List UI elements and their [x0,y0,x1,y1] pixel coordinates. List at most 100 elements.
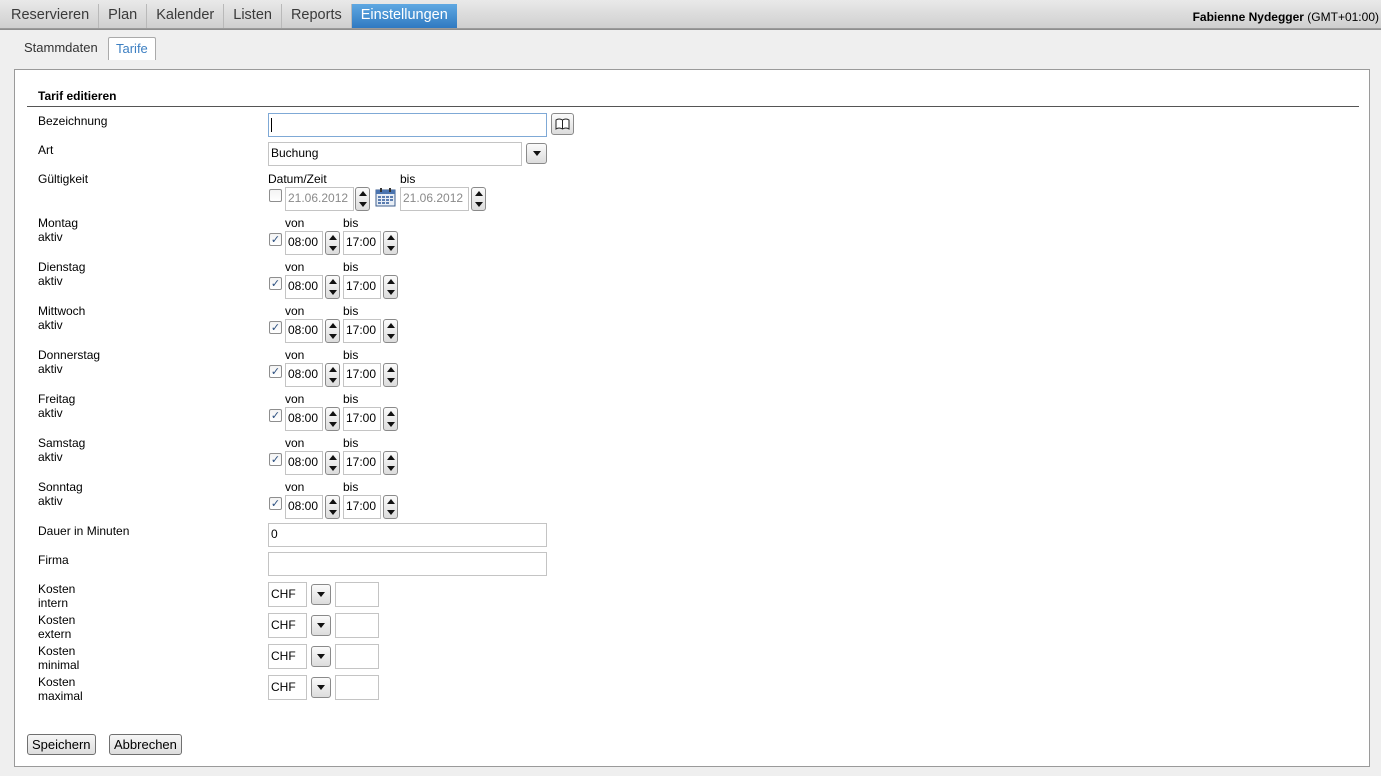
cancel-button[interactable]: Abbrechen [109,734,182,755]
title-divider [27,106,1359,107]
donnerstag-checkbox[interactable]: ✓ [269,365,282,378]
kosten-maximal-currency-dropdown[interactable] [311,677,331,698]
kosten-intern-label: Kosten intern [38,582,76,610]
arrow-down-icon [387,290,395,295]
save-button[interactable]: Speichern [27,734,96,755]
book-icon [555,118,570,130]
main-menu: Reservieren Plan Kalender Listen Reports… [2,4,457,28]
sonntag-bis-input[interactable]: 17:00 [343,495,381,519]
menu-plan[interactable]: Plan [99,4,148,28]
arrow-up-icon [387,411,395,416]
kosten-intern-currency[interactable]: CHF [268,582,307,607]
mittwoch-bis-input[interactable]: 17:00 [343,319,381,343]
bezeichnung-input[interactable] [268,113,547,137]
user-name: Fabienne Nydegger [1192,10,1304,24]
kosten-maximal-label: Kosten maximal [38,675,83,703]
kosten-minimal-currency[interactable]: CHF [268,644,307,669]
freitag-von-input[interactable]: 08:00 [285,407,323,431]
art-dropdown-button[interactable] [526,143,547,164]
bezeichnung-lookup-button[interactable] [551,113,574,135]
dienstag-label: Dienstag aktiv [38,260,86,288]
menu-listen[interactable]: Listen [224,4,282,28]
kosten-minimal-currency-dropdown[interactable] [311,646,331,667]
arrow-up-icon [387,455,395,460]
sonntag-von-input[interactable]: 08:00 [285,495,323,519]
kosten-extern-input[interactable] [335,613,379,638]
sonntag-von-spinner[interactable] [325,495,340,519]
montag-von-input[interactable]: 08:00 [285,231,323,255]
datum-zeit-header: Datum/Zeit [268,172,327,186]
user-info: Fabienne Nydegger (GMT+01:00) [1193,10,1379,24]
mittwoch-von-spinner[interactable] [325,319,340,343]
arrow-down-icon [387,334,395,339]
samstag-von-input[interactable]: 08:00 [285,451,323,475]
freitag-von-spinner[interactable] [325,407,340,431]
dienstag-von-spinner[interactable] [325,275,340,299]
donnerstag-von-spinner[interactable] [325,363,340,387]
dienstag-checkbox[interactable]: ✓ [269,277,282,290]
dienstag-bis-spinner[interactable] [383,275,398,299]
kosten-minimal-input[interactable] [335,644,379,669]
gueltigkeit-bis-header: bis [400,172,416,186]
samstag-bis-spinner[interactable] [383,451,398,475]
dienstag-von-input[interactable]: 08:00 [285,275,323,299]
donnerstag-von-input[interactable]: 08:00 [285,363,323,387]
gueltigkeit-from-spinner[interactable] [355,187,370,211]
arrow-up-icon [329,499,337,504]
arrow-up-icon [359,191,367,196]
mittwoch-von-input[interactable]: 08:00 [285,319,323,343]
art-select[interactable]: Buchung [268,142,522,166]
firma-input[interactable] [268,552,547,576]
von-header: von [285,304,305,318]
samstag-von-spinner[interactable] [325,451,340,475]
menu-kalender[interactable]: Kalender [147,4,225,28]
gueltigkeit-to-spinner[interactable] [471,187,486,211]
sub-tab-bar: Stammdaten Tarife [0,30,1381,61]
arrow-down-icon [387,466,395,471]
menu-reservieren[interactable]: Reservieren [2,4,100,28]
kosten-extern-currency[interactable]: CHF [268,613,307,638]
gueltigkeit-to-input[interactable]: 21.06.2012 [400,187,469,211]
sonntag-bis-spinner[interactable] [383,495,398,519]
tab-tarife[interactable]: Tarife [108,37,156,61]
sonntag-label: Sonntag aktiv [38,480,83,508]
dauer-input[interactable]: 0 [268,523,547,547]
montag-bis-spinner[interactable] [383,231,398,255]
donnerstag-bis-spinner[interactable] [383,363,398,387]
mittwoch-bis-spinner[interactable] [383,319,398,343]
sonntag-checkbox[interactable]: ✓ [269,497,282,510]
arrow-up-icon [329,323,337,328]
calendar-icon[interactable] [375,187,396,207]
von-header: von [285,392,305,406]
gueltigkeit-checkbox[interactable] [269,189,282,202]
menu-reports[interactable]: Reports [282,4,352,28]
kosten-intern-currency-dropdown[interactable] [311,584,331,605]
montag-checkbox[interactable]: ✓ [269,233,282,246]
kosten-extern-currency-dropdown[interactable] [311,615,331,636]
kosten-maximal-input[interactable] [335,675,379,700]
kosten-intern-input[interactable] [335,582,379,607]
kosten-maximal-currency[interactable]: CHF [268,675,307,700]
freitag-bis-input[interactable]: 17:00 [343,407,381,431]
samstag-checkbox[interactable]: ✓ [269,453,282,466]
freitag-bis-spinner[interactable] [383,407,398,431]
arrow-down-icon [329,334,337,339]
mittwoch-checkbox[interactable]: ✓ [269,321,282,334]
donnerstag-bis-input[interactable]: 17:00 [343,363,381,387]
samstag-label: Samstag aktiv [38,436,86,464]
bis-header: bis [343,436,359,450]
dienstag-bis-input[interactable]: 17:00 [343,275,381,299]
tab-stammdaten[interactable]: Stammdaten [17,37,105,60]
kosten-minimal-label: Kosten minimal [38,644,80,672]
arrow-down-icon [475,202,483,207]
von-header: von [285,216,305,230]
montag-von-spinner[interactable] [325,231,340,255]
menu-einstellungen[interactable]: Einstellungen [351,4,457,28]
gueltigkeit-from-input[interactable]: 21.06.2012 [285,187,354,211]
montag-bis-input[interactable]: 17:00 [343,231,381,255]
arrow-down-icon [359,202,367,207]
freitag-checkbox[interactable]: ✓ [269,409,282,422]
samstag-bis-input[interactable]: 17:00 [343,451,381,475]
arrow-down-icon [387,422,395,427]
arrow-up-icon [329,235,337,240]
